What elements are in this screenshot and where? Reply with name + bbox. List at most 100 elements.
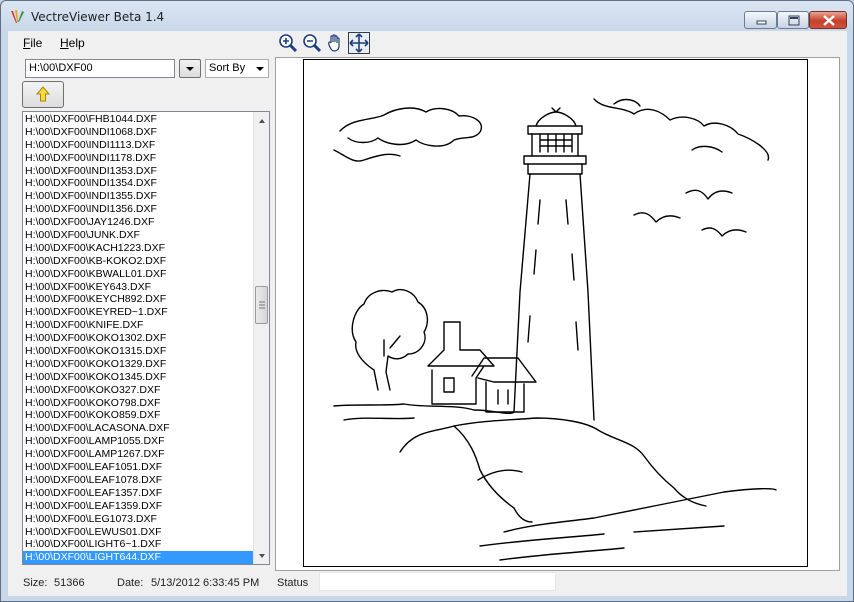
- maximize-icon: [788, 15, 800, 26]
- status-bar: Size: 51366 Date: 5/13/2012 6:33:45 PM S…: [8, 569, 847, 596]
- house-side-wall: [485, 381, 525, 413]
- fit-view-button[interactable]: [348, 32, 370, 54]
- size-label: Size:: [23, 577, 48, 589]
- scroll-up-icon[interactable]: [254, 113, 270, 129]
- cloud-right-puff: [613, 98, 641, 107]
- list-item[interactable]: H:\00\DXF00\LEWUS01.DXF: [23, 526, 253, 539]
- drawing-viewport[interactable]: [275, 57, 840, 571]
- menu-help[interactable]: Help: [60, 36, 85, 50]
- scrollbar-thumb[interactable]: [255, 286, 268, 324]
- lantern-windows: [531, 133, 579, 157]
- list-item[interactable]: H:\00\DXF00\KOKO1345.DXF: [23, 371, 253, 384]
- bird-one: [685, 189, 733, 200]
- list-item[interactable]: H:\00\DXF00\KOKO1315.DXF: [23, 345, 253, 358]
- fit-view-icon: [349, 33, 369, 53]
- cloud-right-tail: [691, 145, 723, 153]
- lantern-dome: [535, 111, 577, 127]
- list-item[interactable]: H:\00\DXF00\LEAF1078.DXF: [23, 474, 253, 487]
- list-item[interactable]: H:\00\DXF00\KOKO1329.DXF: [23, 358, 253, 371]
- zoom-out-button[interactable]: [301, 32, 323, 54]
- menu-file[interactable]: File: [23, 36, 42, 50]
- list-item[interactable]: H:\00\DXF00\LEAF1357.DXF: [23, 487, 253, 500]
- file-list[interactable]: H:\00\DXF00\FHB1044.DXF H:\00\DXF00\INDI1…: [22, 111, 270, 565]
- sort-select-value: Sort By: [209, 62, 246, 74]
- list-item[interactable]: H:\00\DXF00\INDI1068.DXF: [23, 126, 253, 139]
- status-label: Status: [277, 577, 309, 589]
- list-item[interactable]: H:\00\DXF00\KACH1223.DXF: [23, 242, 253, 255]
- list-item[interactable]: H:\00\DXF00\JUNK.DXF: [23, 229, 253, 242]
- sort-arrow-icon: [256, 67, 264, 71]
- path-input[interactable]: H:\00\DXF00: [25, 59, 175, 78]
- list-item[interactable]: H:\00\DXF00\JAY1246.DXF: [23, 216, 253, 229]
- list-item[interactable]: H:\00\DXF00\FHB1044.DXF: [23, 113, 253, 126]
- gallery-deck: [523, 155, 587, 165]
- file-list-items: H:\00\DXF00\FHB1044.DXF H:\00\DXF00\INDI1…: [23, 113, 253, 564]
- ground-line-two: [343, 417, 415, 421]
- list-item[interactable]: H:\00\DXF00\INDI1178.DXF: [23, 152, 253, 165]
- list-item[interactable]: H:\00\DXF00\KOKO327.DXF: [23, 384, 253, 397]
- list-item[interactable]: H:\00\DXF00\INDI1356.DXF: [23, 203, 253, 216]
- list-item[interactable]: H:\00\DXF00\KOKO859.DXF: [23, 409, 253, 422]
- cliff-right: [597, 429, 707, 507]
- list-item[interactable]: H:\00\DXF00\KB-KOKO2.DXF: [23, 255, 253, 268]
- list-item[interactable]: H:\00\DXF00\KNIFE.DXF: [23, 319, 253, 332]
- title-bar[interactable]: VectreViewer Beta 1.4: [1, 1, 853, 32]
- up-arrow-icon: [35, 86, 51, 102]
- date-label: Date:: [117, 577, 144, 589]
- house-chimney-roof: [427, 321, 495, 367]
- list-item[interactable]: H:\00\DXF00\INDI1354.DXF: [23, 177, 253, 190]
- menu-help-accel: H: [60, 36, 69, 50]
- list-item[interactable]: H:\00\DXF00\LAMP1055.DXF: [23, 435, 253, 448]
- path-dropdown-button[interactable]: [179, 59, 201, 78]
- scroll-down-icon[interactable]: [254, 548, 270, 564]
- list-item[interactable]: H:\00\DXF00\LAMP1267.DXF: [23, 448, 253, 461]
- tree-branches: [383, 335, 401, 357]
- app-logo-icon: [11, 10, 24, 23]
- lantern-cap: [527, 125, 583, 135]
- tower-windows: [527, 199, 579, 351]
- list-item[interactable]: H:\00\DXF00\INDI1113.DXF: [23, 139, 253, 152]
- grip-icon: [259, 301, 265, 309]
- cloud-left-base: [333, 149, 401, 162]
- list-item[interactable]: H:\00\DXF00\LEAF1051.DXF: [23, 461, 253, 474]
- zoom-out-icon: [303, 34, 322, 53]
- lighthouse-drawing: [333, 98, 777, 561]
- list-item[interactable]: H:\00\DXF00\KEYRED~1.DXF: [23, 306, 253, 319]
- list-item[interactable]: H:\00\DXF00\KEY643.DXF: [23, 281, 253, 294]
- chevron-down-icon: [186, 67, 194, 71]
- up-folder-button[interactable]: [22, 81, 64, 108]
- list-item[interactable]: H:\00\DXF00\KEYCH892.DXF: [23, 293, 253, 306]
- window-title: VectreViewer Beta 1.4: [31, 10, 165, 24]
- pan-hand-icon: [328, 34, 340, 52]
- list-item[interactable]: H:\00\DXF00\LACASONA.DXF: [23, 422, 253, 435]
- menu-help-label: elp: [68, 36, 85, 50]
- zoom-in-button[interactable]: [277, 32, 299, 54]
- close-button[interactable]: [809, 11, 847, 29]
- toolbar: [276, 31, 376, 55]
- list-item[interactable]: H:\00\DXF00\LEG1073.DXF: [23, 513, 253, 526]
- pan-button[interactable]: [324, 32, 346, 54]
- client-area: File Help H:\00\DXF00 Sort By H:\00\DXF0…: [8, 31, 847, 596]
- app-window: VectreViewer Beta 1.4 File Help H:\00\DX…: [0, 0, 854, 602]
- shore-line: [503, 487, 777, 533]
- cloud-right-outline: [593, 98, 770, 161]
- rock-ridge: [399, 417, 599, 453]
- list-item[interactable]: H:\00\DXF00\LIGHT6~1.DXF: [23, 538, 253, 551]
- list-item[interactable]: H:\00\DXF00\LIGHT644.DXF: [23, 551, 253, 564]
- list-item[interactable]: H:\00\DXF00\KBWALL01.DXF: [23, 268, 253, 281]
- list-item[interactable]: H:\00\DXF00\INDI1355.DXF: [23, 190, 253, 203]
- sort-select[interactable]: Sort By: [205, 59, 269, 78]
- list-item[interactable]: H:\00\DXF00\LEAF1359.DXF: [23, 500, 253, 513]
- list-item[interactable]: H:\00\DXF00\INDI1353.DXF: [23, 165, 253, 178]
- list-item[interactable]: H:\00\DXF00\KOKO1302.DXF: [23, 332, 253, 345]
- minimize-button[interactable]: [744, 11, 777, 29]
- list-item[interactable]: H:\00\DXF00\KOKO798.DXF: [23, 397, 253, 410]
- bird-two: [633, 212, 681, 223]
- house-walls: [431, 365, 485, 405]
- status-field: [319, 572, 556, 591]
- file-list-scrollbar[interactable]: [253, 112, 269, 564]
- cloud-left-outline: [339, 107, 483, 147]
- size-value: 51366: [54, 577, 85, 589]
- maximize-button[interactable]: [777, 11, 809, 29]
- menu-file-label: ile: [30, 36, 43, 50]
